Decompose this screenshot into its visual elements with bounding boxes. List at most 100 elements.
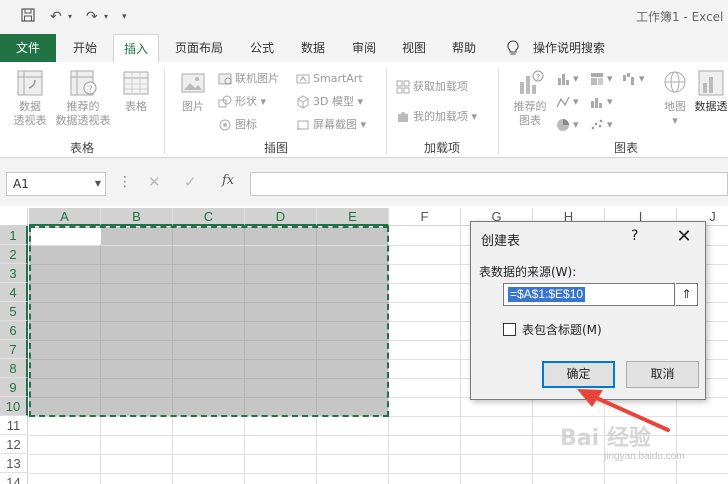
ribbon: 数据 透视表 ? 推荐的 数据透视表 表格 表格 图片 联机图片 形状 ▾ 图标… [0,62,728,158]
screenshot-button[interactable]: 屏幕截图 ▾ [296,116,366,134]
puzzle-icon [398,112,408,122]
row-header-6[interactable]: 6 [0,321,28,340]
redo-dropdown-icon[interactable]: ▾ [104,7,108,27]
scatter-chart-button[interactable]: ▾ [590,116,613,134]
column-chart-button[interactable]: ▾ [556,70,579,88]
pivot-table-label-1: 数据 [19,100,41,113]
column-chart-icon [558,74,569,85]
close-icon[interactable]: ✕ [669,224,699,250]
source-range-input[interactable]: =$A$1:$E$10 [503,283,675,306]
tab-formulas[interactable]: 公式 [240,34,284,62]
my-addins-button[interactable]: 我的加载项 ▾ [396,108,477,126]
statistic-chart-icon [591,98,602,108]
insert-function-icon[interactable]: fx [222,173,234,188]
tab-home[interactable]: 开始 [62,34,108,62]
column-header-c[interactable]: C [173,208,245,226]
cancel-entry-icon[interactable]: ✕ [148,173,161,191]
shapes-label: 形状 [235,95,257,108]
statistic-chart-button[interactable]: ▾ [590,93,613,111]
table-button[interactable]: 表格 [118,68,154,114]
more-options-icon[interactable]: ⋮ [118,174,132,190]
waterfall-chart-icon [623,73,634,85]
my-addins-label: 我的加载项 [413,110,468,123]
column-header-a[interactable]: A [29,208,101,226]
map-button[interactable]: 地图 ▾ [660,68,690,128]
tab-insert[interactable]: 插入 [113,34,159,63]
has-headers-checkbox[interactable] [503,323,516,336]
row-header-10[interactable]: 10 [0,397,28,416]
row-header-12[interactable]: 12 [0,435,28,454]
hierarchy-chart-button[interactable]: ▾ [590,70,613,88]
pivot-chart-button[interactable]: 数据透 [694,68,728,114]
screenshot-label: 屏幕截图 [313,118,357,131]
tab-file[interactable]: 文件 [0,34,56,62]
smartart-button[interactable]: SmartArt [296,70,363,88]
line-chart-icon [556,96,570,108]
formula-input[interactable] [250,172,728,196]
collapse-dialog-icon[interactable]: ⇑ [676,283,698,306]
has-headers-label[interactable]: 表包含标题(M) [522,321,602,338]
online-pictures-button[interactable]: 联机图片 [218,70,279,88]
confirm-entry-icon[interactable]: ✓ [184,173,197,191]
help-icon[interactable]: ? [631,228,638,244]
get-addins-label: 获取加载项 [413,80,468,93]
customize-toolbar-icon[interactable]: ▾ [122,7,127,27]
column-header-f[interactable]: F [389,208,461,226]
row-header-8[interactable]: 8 [0,359,28,378]
3d-model-button[interactable]: 3D 模型 ▾ [296,93,363,111]
picture-button[interactable]: 图片 [174,68,212,114]
source-range-value: =$A$1:$E$10 [508,287,586,302]
name-box-dropdown-icon[interactable]: ▼ [95,173,101,195]
row-header-3[interactable]: 3 [0,264,28,283]
icons-button[interactable]: 图标 [218,116,257,134]
group-label-illustrations: 插图 [263,141,288,155]
row-header-5[interactable]: 5 [0,302,28,321]
column-header-b[interactable]: B [101,208,173,226]
tell-me-search[interactable]: 操作说明搜索 [528,34,610,62]
waterfall-chart-button[interactable]: ▾ [622,70,645,88]
row-header-4[interactable]: 4 [0,283,28,302]
cube-icon [297,95,309,109]
dialog-title: 创建表 [481,234,521,249]
tab-help[interactable]: 帮助 [442,34,486,62]
group-label-charts: 图表 [613,141,638,155]
row-header-2[interactable]: 2 [0,245,28,264]
undo-dropdown-icon[interactable]: ▾ [68,7,72,27]
ok-button[interactable]: 确定 [542,361,615,388]
icons-label: 图标 [235,118,257,131]
row-header-14[interactable]: 14 [0,473,28,484]
column-header-d[interactable]: D [245,208,317,226]
source-range-label: 表数据的来源(W): [479,265,577,279]
pie-chart-button[interactable]: ▾ [556,116,579,134]
pivot-table-icon [17,70,43,96]
tab-review[interactable]: 审阅 [342,34,386,62]
recommended-pivot-button[interactable]: ? 推荐的 数据透视表 [52,68,114,128]
select-all-corner[interactable] [0,208,28,226]
tab-data[interactable]: 数据 [290,34,336,62]
row-header-1[interactable]: 1 [0,226,28,245]
tab-page-layout[interactable]: 页面布局 [167,34,231,62]
row-header-7[interactable]: 7 [0,340,28,359]
row-header-13[interactable]: 13 [0,454,28,473]
redo-icon[interactable]: ↷ [86,7,98,27]
pivot-table-button[interactable]: 数据 透视表 [8,68,52,128]
smartart-icon [296,74,310,84]
shapes-button[interactable]: 形状 ▾ [218,93,266,111]
recommended-pivot-label-1: 推荐的 [66,100,100,113]
recommended-charts-button[interactable]: ? 推荐的 图表 [510,68,550,128]
scatter-chart-icon [591,119,603,130]
row-header-11[interactable]: 11 [0,416,28,435]
tab-view[interactable]: 视图 [392,34,436,62]
active-cell-a1[interactable] [31,228,101,245]
name-box-value: A1 [13,177,29,191]
line-chart-button[interactable]: ▾ [556,93,579,111]
name-box[interactable]: A1 ▼ [6,172,106,196]
table-label: 表格 [125,100,147,113]
create-table-dialog: 创建表 ? ✕ 表数据的来源(W): =$A$1:$E$10 ⇑ 表包含标题(M… [470,221,706,400]
column-header-e[interactable]: E [317,208,389,226]
row-header-9[interactable]: 9 [0,378,28,397]
cancel-button[interactable]: 取消 [626,361,699,388]
get-addins-button[interactable]: 获取加载项 [396,78,468,96]
undo-icon[interactable]: ↶ [50,7,62,27]
save-icon[interactable] [20,7,36,27]
